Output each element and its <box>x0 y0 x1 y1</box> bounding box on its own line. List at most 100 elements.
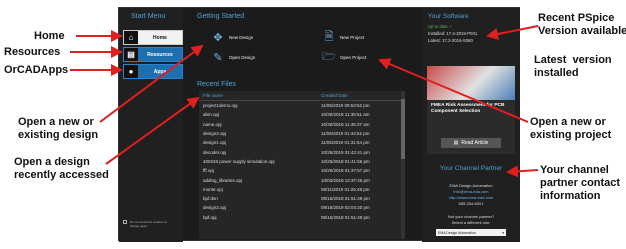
table-row[interactable]: name.opj 10/30/2019 11:45:37 am <box>199 120 405 129</box>
file-name: bpf.dsn <box>203 196 218 202</box>
file-name: 400248 power supply simulation.opj <box>203 158 275 164</box>
installed-version-row: Installed: 17.4-2019-P001 <box>428 31 477 36</box>
file-date: 10/03/2019 12:37:46 pm <box>321 177 370 183</box>
open-project-label: Open Project <box>340 54 367 60</box>
file-date: 10/25/2019 01:37:57 pm <box>321 168 370 174</box>
table-row[interactable]: project1demo.opj 11/05/2019 09:53:52 pm <box>199 101 405 110</box>
file-date: 09/16/2019 01:51:49 pm <box>321 214 370 220</box>
apps-icon: ● <box>124 65 138 78</box>
read-article-button[interactable]: ▤ Read Article <box>441 138 501 148</box>
file-date: 10/30/2019 11:35:51 am <box>321 112 370 118</box>
file-date: 11/05/2019 01:44:52 pm <box>321 131 370 137</box>
start-menu-title: Start Menu <box>131 13 166 20</box>
table-row[interactable]: decoder.opj 10/25/2019 01:42:41 pm <box>199 147 405 156</box>
channel-partner-title: Your Channel Partner <box>439 165 503 172</box>
info-panel: Your Software Up to date ✓ Installed: 17… <box>422 8 520 242</box>
file-name: design2.opj <box>203 131 227 137</box>
recent-files-scrollbar[interactable] <box>401 91 405 239</box>
start-menu-sidebar: Start Menu ⌂ Home ▤ Resources ● Apps Do … <box>119 8 183 242</box>
scrollbar-thumb[interactable] <box>401 99 405 159</box>
callout-open-project: Open a new or existing project <box>530 116 612 141</box>
file-date: 11/05/2019 01:31:54 pm <box>321 140 370 146</box>
open-project-button[interactable]: 🗁 Open Project <box>322 50 366 64</box>
callout-open-design: Open a new or existing design <box>18 116 99 141</box>
sidebar-item-label: Apps <box>153 68 167 75</box>
column-header-created-date[interactable]: Created Date <box>321 93 401 98</box>
getting-started-title: Getting Started <box>197 13 245 20</box>
callout-orcadapps: OrCADApps <box>4 64 69 76</box>
file-date: 10/25/2019 01:42:41 pm <box>321 149 370 155</box>
sidebar-item-apps[interactable]: ● Apps <box>123 64 183 79</box>
table-row[interactable]: adding_libraries.opj 10/03/2019 12:37:46 … <box>199 175 405 184</box>
table-row[interactable]: monte.opj 06/11/2019 01:26:49 pm <box>199 185 405 194</box>
latest-version: 17.2-2016-S060 <box>442 38 473 43</box>
check-icon: ✓ <box>449 24 453 29</box>
file-name: decoder.opj <box>203 149 227 155</box>
dont-show-option[interactable]: Do not show this window on startup again… <box>123 220 171 228</box>
file-date: 10/30/2019 11:45:37 am <box>321 121 370 127</box>
article-card[interactable]: FMEA Risk Assessment for PCB Component S… <box>427 66 515 154</box>
select-prompt: Select a different one: <box>451 220 491 225</box>
file-name: design2.opj <box>203 205 227 211</box>
sidebar-item-label: Home <box>153 34 167 41</box>
open-design-label: Open Design <box>229 54 256 60</box>
partner-email[interactable]: info@ema-eda.com <box>422 189 520 194</box>
table-row[interactable]: bpf.opj 09/16/2019 01:51:49 pm <box>199 213 405 222</box>
callout-channel-partner: Your channel partner contact information <box>540 164 621 202</box>
file-name: abm.opj <box>203 112 220 118</box>
table-row[interactable]: abm.opj 10/30/2019 11:35:51 am <box>199 110 405 119</box>
latest-label: Latest: <box>428 38 441 43</box>
article-image <box>427 66 515 100</box>
sidebar-item-label: Resources <box>147 51 173 58</box>
your-software-title: Your Software <box>428 13 469 20</box>
article-title: FMEA Risk Assessment for PCB Component S… <box>431 103 505 114</box>
main-panel: Getting Started ✥ New Design ✎ Open Desi… <box>187 8 419 242</box>
table-row[interactable]: design2.opj 11/05/2019 01:44:52 pm <box>199 129 405 138</box>
table-row[interactable]: 400248 power supply simulation.opj 10/25/… <box>199 157 405 166</box>
column-header-file-name[interactable]: File name <box>203 93 321 98</box>
table-row[interactable]: design1.opj 11/05/2019 01:31:54 pm <box>199 138 405 147</box>
new-design-label: New Design <box>229 34 254 40</box>
dont-show-label: Do not show this window on startup again… <box>130 220 168 228</box>
dont-show-checkbox[interactable] <box>123 220 127 224</box>
callout-recent-design: Open a design recently accessed <box>14 156 109 181</box>
file-name: fff.opj <box>203 168 214 174</box>
book-icon: ▤ <box>124 48 138 61</box>
file-name: bpf.opj <box>203 214 217 220</box>
partner-select-value: EMA Design Automation <box>438 230 476 235</box>
partner-phone: 585-334-6001 <box>458 201 484 206</box>
file-date: 06/11/2019 01:26:49 pm <box>321 186 370 192</box>
file-name: design1.opj <box>203 140 227 146</box>
file-date: 09/16/2019 02:04:20 pm <box>321 205 370 211</box>
partner-select[interactable]: EMA Design Automation ▾ <box>436 229 506 236</box>
file-name: monte.opj <box>203 186 223 192</box>
software-status: Up to date ✓ <box>428 24 453 30</box>
file-date: 09/16/2019 01:51:49 pm <box>321 196 370 202</box>
chevron-down-icon: ▾ <box>502 230 504 235</box>
table-row[interactable]: design2.opj 09/16/2019 02:04:20 pm <box>199 203 405 212</box>
start-page-window: Start Menu ⌂ Home ▤ Resources ● Apps Do … <box>118 7 520 242</box>
table-row[interactable]: fff.opj 10/25/2019 01:37:57 pm <box>199 166 405 175</box>
open-folder-icon: 🗁 <box>322 50 336 63</box>
recent-files-table: File name Created Date project1demo.opj 1… <box>199 91 405 239</box>
open-design-button[interactable]: ✎ Open Design <box>211 50 255 64</box>
table-row[interactable]: bpf.dsn 09/16/2019 01:51:49 pm <box>199 194 405 203</box>
read-article-label: Read Article <box>461 140 489 146</box>
installed-version: 17.4-2019-P001 <box>446 31 478 36</box>
new-project-button[interactable]: 🗎 New Project <box>322 30 365 44</box>
recent-files-title: Recent Files <box>197 81 236 88</box>
file-name: project1demo.opj <box>203 103 238 109</box>
software-status-text: Up to date <box>428 24 448 29</box>
new-design-button[interactable]: ✥ New Design <box>211 30 253 44</box>
sidebar-item-resources[interactable]: ▤ Resources <box>123 47 183 62</box>
callout-recent-pspice: Recent PSpice Version available <box>538 12 626 37</box>
new-design-icon: ✥ <box>213 31 223 44</box>
callout-latest-version: Latest version installed <box>534 54 612 79</box>
callout-resources: Resources <box>4 46 61 58</box>
recent-files-rows: project1demo.opj 11/05/2019 09:53:52 pm a… <box>199 101 405 222</box>
file-name: adding_libraries.opj <box>203 177 243 183</box>
file-date: 10/25/2019 01:41:56 pm <box>321 158 370 164</box>
home-icon: ⌂ <box>124 31 138 44</box>
partner-website[interactable]: http://www.ema-eda.com <box>422 195 520 200</box>
sidebar-item-home[interactable]: ⌂ Home <box>123 30 183 45</box>
